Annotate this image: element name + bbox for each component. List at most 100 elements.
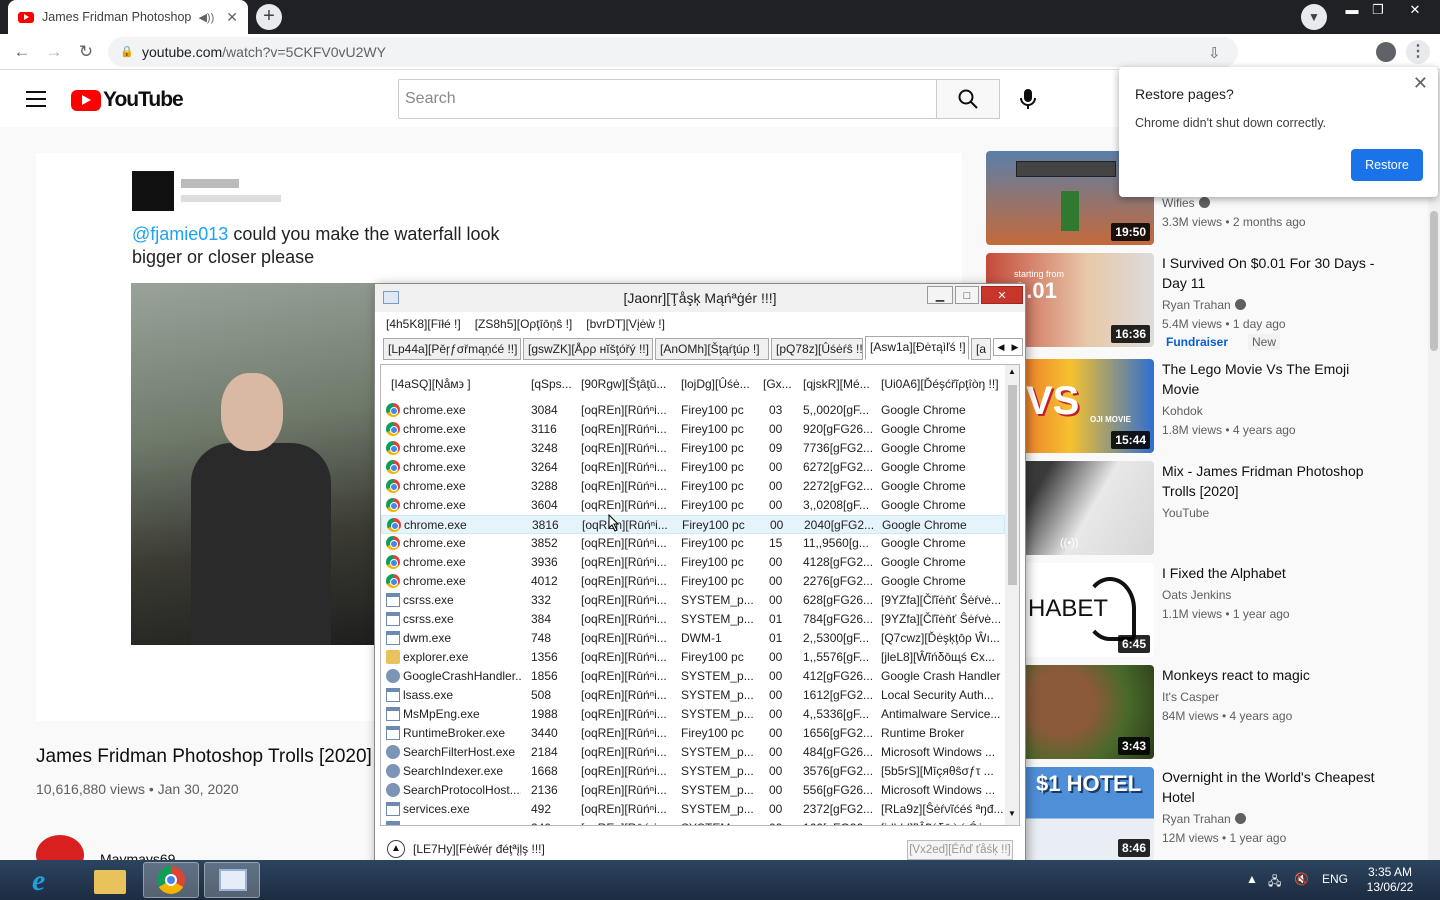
volume-muted-icon[interactable]: 🔇	[1294, 872, 1309, 886]
tab-scroll-arrows[interactable]: ◀ ▶	[993, 338, 1023, 356]
process-list-scrollbar[interactable]: ▲ ▼	[1005, 365, 1019, 825]
restore-button[interactable]: Restore	[1351, 149, 1423, 181]
recommendation-channel[interactable]: It's Casper	[1162, 690, 1219, 704]
column-memory[interactable]: [qjskR][Mé...	[803, 377, 877, 391]
close-icon[interactable]: ✕	[1413, 73, 1428, 94]
process-row[interactable]: chrome.exe 3116 [oqREn][Rūńⁿi... Firey100 p…	[381, 420, 1005, 439]
recommendation-channel[interactable]: Ryan Trahan	[1162, 298, 1246, 312]
tab-details[interactable]: [Asw1a][Ðėτąìľś !]	[865, 336, 969, 360]
menu-options[interactable]: [ZS8h5][Oρţīōņŝ !]	[475, 314, 573, 334]
recommendation-channel[interactable]: Wifies	[1162, 196, 1210, 210]
recommendation-title[interactable]: Mix - James Fridman Photoshop Trolls [20…	[1162, 461, 1382, 501]
process-row[interactable]: csrss.exe 384 [oqREn][Rūńⁿi... SYSTEM_p... 0…	[381, 610, 1005, 629]
tm-maximize-button[interactable]: □	[955, 286, 979, 304]
scroll-up-icon[interactable]: ▲	[1008, 367, 1016, 376]
recommendation-item[interactable]: ((•)) Mix - James Fridman Photoshop Trol…	[986, 461, 1426, 555]
process-row[interactable]: MsMpEng.exe 1988 [oqREn][Rūńⁿi... SYSTEM_p.…	[381, 705, 1005, 724]
process-row[interactable]: RuntimeBroker.exe 3440 [oqREn][Rūńⁿi... Fir…	[381, 724, 1005, 743]
recommendation-item[interactable]: VS OJI MOVIE 15:44 The Lego Movie Vs The…	[986, 359, 1426, 453]
tab-overflow[interactable]: [a	[971, 338, 991, 360]
internet-explorer-icon[interactable]: e	[20, 862, 76, 898]
chevron-up-icon[interactable]: ▲	[387, 840, 405, 858]
menu-view[interactable]: [bvrDT][Vįėẁ !]	[586, 314, 665, 334]
process-row[interactable]: SearchIndexer.exe 1668 [oqREn][Rūńⁿi... SYS…	[381, 762, 1005, 781]
process-row[interactable]: chrome.exe 3852 [oqREn][Rūńⁿi... Firey100 p…	[381, 534, 1005, 553]
address-bar[interactable]: 🔒 youtube.com/watch?v=5CKFV0vU2WY ⇩	[108, 37, 1238, 67]
recommendation-item[interactable]: $1 HOTEL 8:46 Overnight in the World's C…	[986, 767, 1426, 860]
task-manager-taskbar-icon[interactable]	[204, 862, 260, 898]
language-indicator[interactable]: ENG	[1322, 872, 1348, 886]
process-row[interactable]: chrome.exe 3288 [oqREn][Rūńⁿi... Firey100 p…	[381, 477, 1005, 496]
tab-app-history[interactable]: [gswZK][Åρρ нĭšţóřý !!]	[523, 338, 653, 360]
recommendation-channel[interactable]: YouTube	[1162, 506, 1209, 520]
tab-startup[interactable]: [AnOMh][Šţąŕţúρ !]	[655, 338, 769, 360]
file-explorer-icon[interactable]	[82, 862, 138, 898]
process-row[interactable]: csrss.exe 332 [oqREn][Rūńⁿi... SYSTEM_p... 0…	[381, 591, 1005, 610]
recommendation-title[interactable]: The Lego Movie Vs The Emoji Movie	[1162, 359, 1382, 399]
recommendation-item[interactable]: HABET 6:45 I Fixed the Alphabet Oats Jen…	[986, 563, 1426, 657]
task-manager-titlebar[interactable]: [Jaonr][Ţåşķ Mąńªġér !!!] ▁ □ ✕	[375, 284, 1025, 312]
recommendation-channel[interactable]: Kohdok	[1162, 404, 1203, 418]
column-cpu[interactable]: [Gx...	[763, 377, 797, 391]
install-icon[interactable]: ⇩	[1208, 44, 1221, 62]
tab-close-icon[interactable]: ✕	[226, 9, 238, 26]
lock-icon[interactable]: 🔒	[120, 45, 134, 58]
process-row[interactable]: SearchFilterHost.exe 2184 [oqREn][Rūńⁿi...…	[381, 743, 1005, 762]
browser-tab-youtube[interactable]: James Fridman Photoshop T ◀)) ✕	[8, 0, 248, 34]
recommendation-title[interactable]: Overnight in the World's Cheapest Hotel	[1162, 767, 1382, 807]
column-status[interactable]: [90Rgw][Šţâţŭ...	[581, 377, 675, 391]
fewer-details-link[interactable]: [LE7Hy][Fėŵéŗ đéţªįļş !!!]	[413, 842, 545, 856]
scroll-down-icon[interactable]: ▼	[1008, 809, 1016, 818]
column-user[interactable]: [lojDg][Ûśė...	[681, 377, 759, 391]
chevron-right-icon[interactable]: ▶	[1012, 342, 1019, 353]
chrome-menu-button[interactable]: ⋮	[1406, 40, 1430, 64]
process-row[interactable]: SearchProtocolHost.... 2136 [oqREn][Rūńⁿi.…	[381, 781, 1005, 800]
column-pid[interactable]: [qSps...	[531, 377, 577, 391]
process-row[interactable]: services.exe 492 [oqREn][Rūńⁿi... SYSTEM_p.…	[381, 800, 1005, 819]
tab-performance[interactable]: [Lp44a][Pěŗƒσřmąņćé !!]	[383, 338, 521, 360]
tab-users[interactable]: [pQ78z][Ûśėŕŝ !!]	[771, 338, 863, 360]
reload-button[interactable]: ↻	[74, 40, 98, 64]
channel-avatar[interactable]	[36, 835, 84, 860]
microphone-icon[interactable]	[1014, 85, 1042, 113]
tab-search-button[interactable]: ▼	[1301, 4, 1327, 30]
process-row[interactable]: chrome.exe 3264 [oqREn][Rūńⁿi... Firey100 p…	[381, 458, 1005, 477]
menu-file[interactable]: [4h5K8][Fīłé !]	[386, 314, 461, 334]
new-tab-button[interactable]: +	[256, 4, 282, 30]
taskbar-clock[interactable]: 3:35 AM 13/06/22	[1350, 865, 1430, 895]
tm-minimize-button[interactable]: ▁	[927, 286, 953, 304]
back-button[interactable]: ←	[10, 40, 34, 64]
process-row[interactable]: chrome.exe 3604 [oqREn][Rūńⁿi... Firey100 p…	[381, 496, 1005, 515]
process-row[interactable]: chrome.exe 3936 [oqREn][Rūńⁿi... Firey100 p…	[381, 553, 1005, 572]
chevron-left-icon[interactable]: ◀	[998, 342, 1005, 353]
process-row[interactable]: chrome.exe 3816 [oqREn][Rūńⁿi... Firey100 p…	[381, 515, 1005, 534]
network-icon[interactable]: 🖧	[1268, 872, 1281, 893]
column-description[interactable]: [Ui0A6][Ďéşćřĩρţîòŋ !!]	[881, 377, 1003, 391]
tray-expand-icon[interactable]: ▲	[1246, 872, 1258, 886]
search-input[interactable]: Search	[398, 79, 937, 119]
menu-hamburger-icon[interactable]	[26, 91, 46, 107]
window-close-button[interactable]: ✕	[1400, 0, 1430, 20]
recommendation-channel[interactable]: Oats Jenkins	[1162, 588, 1231, 602]
profile-avatar[interactable]	[1376, 42, 1396, 62]
process-row[interactable]: smss.exe 240 [oqREn][Rūńⁿi... SYSTEM_p... 00…	[381, 819, 1005, 825]
process-row[interactable]: chrome.exe 4012 [oqREn][Rūńⁿi... Firey100 p…	[381, 572, 1005, 591]
recommendation-item[interactable]: 3:43 Monkeys react to magic It's Casper …	[986, 665, 1426, 759]
process-row[interactable]: GoogleCrashHandler... 1856 [oqREn][Rūńⁿi..…	[381, 667, 1005, 686]
recommendation-channel[interactable]: Ryan Trahan	[1162, 812, 1246, 826]
channel-name[interactable]: Maymays69	[100, 851, 175, 860]
recommendation-title[interactable]: I Fixed the Alphabet	[1162, 563, 1382, 583]
process-row[interactable]: chrome.exe 3248 [oqREn][Rūńⁿi... Firey100 p…	[381, 439, 1005, 458]
process-row[interactable]: explorer.exe 1356 [oqREn][Rūńⁿi... Firey100…	[381, 648, 1005, 667]
chrome-taskbar-icon[interactable]	[143, 862, 199, 898]
audio-playing-icon[interactable]: ◀))	[198, 11, 214, 24]
window-restore-button[interactable]: ❐	[1363, 0, 1393, 20]
youtube-logo[interactable]: YouTube	[71, 88, 184, 112]
search-button[interactable]	[936, 79, 1000, 119]
forward-button[interactable]: →	[42, 40, 66, 64]
recommendation-title[interactable]: Monkeys react to magic	[1162, 665, 1382, 685]
end-task-button[interactable]: [Vx2ed][Éňď ťåśķ !!]	[907, 840, 1013, 860]
recommendation-title[interactable]: I Survived On $0.01 For 30 Days - Day 11	[1162, 253, 1382, 293]
tm-close-button[interactable]: ✕	[981, 286, 1023, 304]
process-row[interactable]: dwm.exe 748 [oqREn][Rūńⁿi... DWM-1 01 2,,5300…	[381, 629, 1005, 648]
